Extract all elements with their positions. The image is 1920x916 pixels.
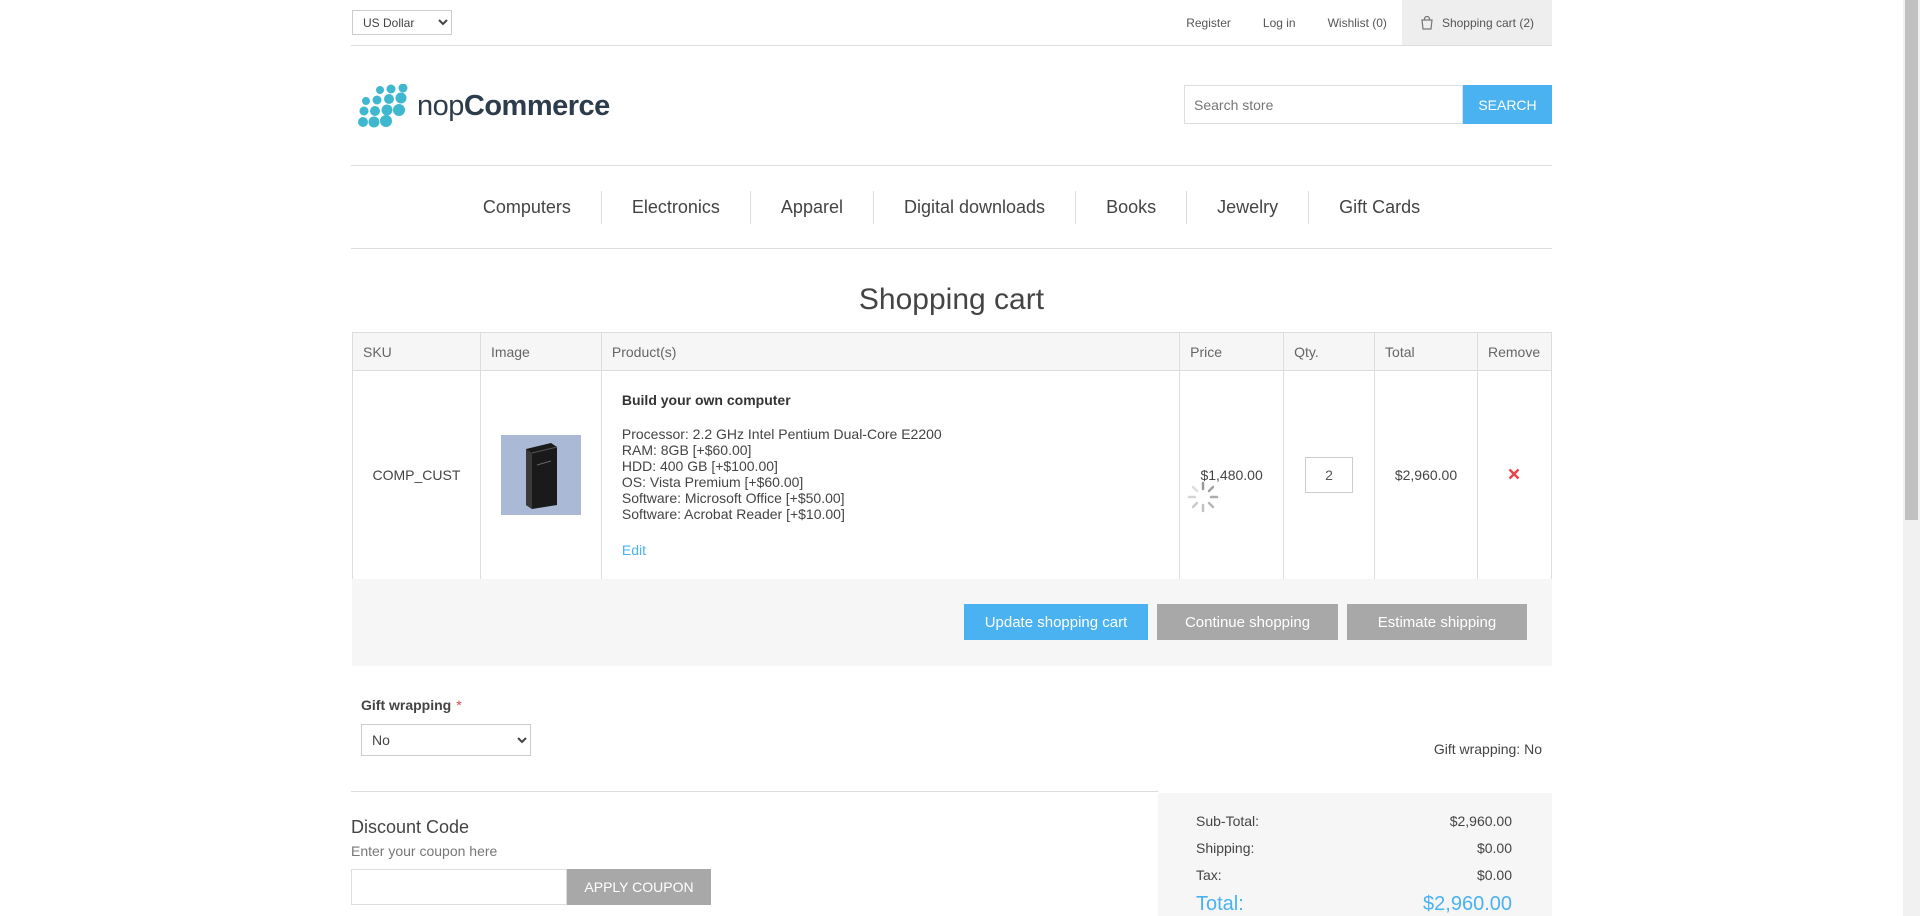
- gift-wrapping-label-text: Gift wrapping: [361, 697, 452, 713]
- menu-item-gift-cards[interactable]: Gift Cards: [1309, 197, 1450, 218]
- total-value: $2,960.00: [1423, 893, 1512, 915]
- quantity-input[interactable]: [1305, 457, 1354, 493]
- shipping-label: Shipping:: [1196, 840, 1255, 856]
- cell-image: [479, 370, 602, 580]
- menu-item-apparel[interactable]: Apparel: [751, 197, 873, 218]
- search-button[interactable]: SEARCH: [1463, 85, 1552, 124]
- edit-link[interactable]: Edit: [622, 542, 1179, 558]
- cell-sku: COMP_CUST: [352, 370, 481, 580]
- update-cart-button[interactable]: Update shopping cart: [964, 604, 1148, 640]
- discount-code-input[interactable]: [351, 869, 567, 905]
- menu-item-books[interactable]: Books: [1076, 197, 1186, 218]
- attribute-hdd: HDD: 400 GB [+$100.00]: [621, 458, 778, 474]
- tax-label: Tax:: [1196, 867, 1222, 883]
- cart-action-bar: Update shopping cart Continue shopping E…: [352, 579, 1552, 666]
- tax-row: Tax: $0.00: [1196, 867, 1512, 883]
- loading-spinner-icon: [1187, 481, 1219, 513]
- menu-item-electronics[interactable]: Electronics: [602, 197, 750, 218]
- shopping-cart-link[interactable]: Shopping cart (2): [1401, 0, 1552, 45]
- tax-value: $0.00: [1476, 867, 1512, 883]
- cart-table-header: SKU Image Product(s) Price Qty. Total Re…: [352, 332, 1553, 371]
- menu-item-jewelry[interactable]: Jewelry: [1187, 197, 1308, 218]
- subtotal-label: Sub-Total:: [1196, 813, 1260, 829]
- total-label: Total:: [1196, 893, 1244, 915]
- column-header-image: Image: [479, 332, 602, 371]
- header-links: Register Log in Wishlist (0) Shopping ca…: [1154, 0, 1552, 45]
- product-attributes: Processor: 2.2 GHz Intel Pentium Dual-Co…: [622, 426, 1179, 522]
- wishlist-link[interactable]: Wishlist (0): [1328, 16, 1387, 30]
- order-totals: Sub-Total: $2,960.00 Shipping: $0.00 Tax…: [1158, 793, 1552, 916]
- logo-dots-icon: [358, 84, 408, 128]
- cell-qty: [1283, 370, 1376, 580]
- gift-wrapping-label: Gift wrapping *: [361, 697, 462, 713]
- page-scrollbar[interactable]: [1903, 0, 1920, 916]
- attribute-os: OS: Vista Premium [+$60.00]: [621, 474, 804, 490]
- cell-remove: [1476, 370, 1553, 580]
- column-header-remove: Remove: [1476, 332, 1553, 371]
- gift-wrapping-summary: Gift wrapping: No: [1433, 741, 1542, 757]
- required-marker: *: [456, 697, 462, 713]
- attribute-ram: RAM: 8GB [+$60.00]: [621, 442, 752, 458]
- column-header-total: Total: [1374, 332, 1478, 371]
- attribute-processor: Processor: 2.2 GHz Intel Pentium Dual-Co…: [621, 426, 942, 442]
- register-link[interactable]: Register: [1186, 16, 1231, 30]
- column-header-sku: SKU: [352, 332, 481, 371]
- discount-code-hint: Enter your coupon here: [351, 843, 498, 859]
- scrollbar-thumb[interactable]: [1905, 0, 1918, 520]
- shipping-value: $0.00: [1476, 840, 1512, 856]
- cart-row: COMP_CUST Build your own computer Proces…: [352, 370, 1553, 580]
- discount-code-title: Discount Code: [351, 817, 470, 837]
- currency-select[interactable]: US Dollar: [352, 10, 452, 35]
- logo-text-light: nop: [417, 89, 464, 122]
- logo[interactable]: nopCommerce: [355, 84, 610, 128]
- search-input[interactable]: [1184, 85, 1463, 124]
- login-link[interactable]: Log in: [1263, 16, 1296, 30]
- cell-product: Build your own computer Processor: 2.2 G…: [600, 370, 1219, 580]
- menu-item-digital-downloads[interactable]: Digital downloads: [874, 197, 1075, 218]
- logo-text: nopCommerce: [417, 90, 610, 123]
- cell-price: $1,480.00: [1179, 370, 1285, 580]
- subtotal-row: Sub-Total: $2,960.00: [1196, 813, 1512, 829]
- remove-icon[interactable]: [1508, 468, 1520, 480]
- attribute-software-acrobat: Software: Acrobat Reader [+$10.00]: [621, 506, 845, 522]
- subtotal-value: $2,960.00: [1449, 813, 1512, 829]
- cart-table: SKU Image Product(s) Price Qty. Total Re…: [352, 332, 1553, 580]
- gift-wrapping-select[interactable]: No: [361, 724, 531, 756]
- product-image[interactable]: [500, 435, 581, 515]
- header-links-bar: US Dollar Register Log in Wishlist (0) S…: [351, 0, 1552, 46]
- column-header-product: Product(s): [600, 332, 1181, 371]
- attribute-software-office: Software: Microsoft Office [+$50.00]: [621, 490, 845, 506]
- continue-shopping-button[interactable]: Continue shopping: [1157, 604, 1338, 640]
- estimate-shipping-button[interactable]: Estimate shipping: [1347, 604, 1527, 640]
- top-menu: Computers Electronics Apparel Digital do…: [351, 165, 1552, 249]
- shopping-cart-label: Shopping cart (2): [1441, 15, 1534, 30]
- logo-text-bold: Commerce: [463, 89, 610, 122]
- apply-coupon-button[interactable]: APPLY COUPON: [567, 869, 711, 905]
- product-name-link[interactable]: Build your own computer: [622, 392, 1179, 408]
- shopping-bag-icon: [1421, 15, 1433, 30]
- column-header-qty: Qty.: [1283, 332, 1376, 371]
- menu-item-computers[interactable]: Computers: [453, 197, 601, 218]
- shipping-row: Shipping: $0.00: [1196, 840, 1512, 856]
- page-title: Shopping cart: [858, 283, 1045, 316]
- column-header-price: Price: [1179, 332, 1285, 371]
- cell-total: $2,960.00: [1374, 370, 1478, 580]
- section-divider: [351, 791, 1158, 792]
- total-row: Total: $2,960.00: [1196, 893, 1512, 916]
